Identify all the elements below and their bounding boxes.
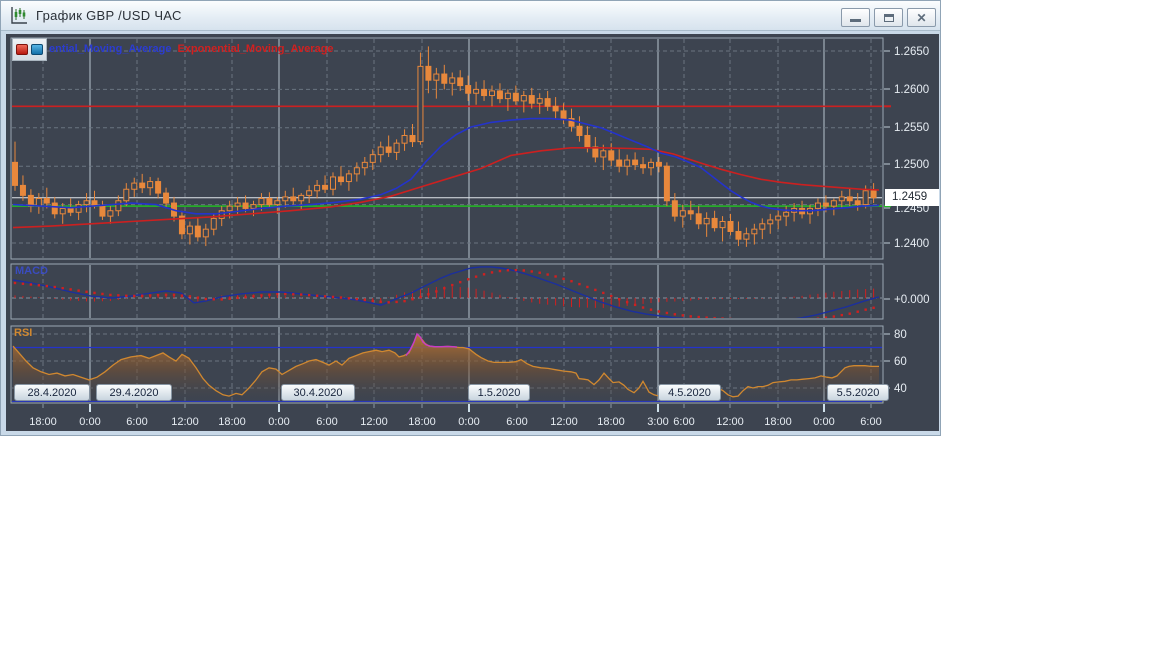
time-axis-label: 18:00 (764, 416, 792, 428)
window-titlebar[interactable]: График GBP /USD ЧАС ✕ (1, 1, 940, 31)
time-axis-label: 0:00 (813, 416, 834, 428)
time-axis-label: 6:00 (126, 416, 147, 428)
legend: ential_Moving_Average Exponential_Moving… (49, 43, 334, 55)
time-axis-label: 18:00 (408, 416, 436, 428)
chart-window: График GBP /USD ЧАС ✕ 1.2650 1.2600 1.2550… (0, 0, 941, 436)
current-price-box: 1.2459 (885, 189, 939, 206)
date-button[interactable]: 30.4.2020 (281, 384, 355, 401)
time-axis-label: 12:00 (550, 416, 578, 428)
price-axis-label: 1.2600 (894, 84, 929, 96)
chart-client-area: 1.2650 1.2600 1.2550 1.2500 1.2450 1.2400 +0.0… (6, 34, 939, 431)
maximize-button[interactable] (874, 8, 903, 27)
time-axis-label: 12:00 (360, 416, 388, 428)
price-axis-label: 1.2500 (894, 159, 929, 171)
price-axis-label: 1.2550 (894, 122, 929, 134)
chart-icon (11, 6, 27, 24)
price-chart[interactable]: 1.26501.26001.25501.25001.24501.2400+0.0… (6, 34, 939, 431)
window-controls: ✕ (841, 8, 936, 27)
close-button[interactable]: ✕ (907, 8, 936, 27)
time-axis-label: 18:00 (29, 416, 57, 428)
time-axis-label: 12:00 (716, 416, 744, 428)
time-axis-label: 6:00 (506, 416, 527, 428)
macd-panel-label: MACD (15, 265, 48, 277)
window-title: График GBP /USD ЧАС (36, 8, 182, 23)
legend-ema-blue: ential_Moving_Average (49, 43, 172, 55)
time-axis-label: 18:00 (218, 416, 246, 428)
rsi-panel-label: RSI (14, 327, 33, 339)
date-button[interactable]: 1.5.2020 (468, 384, 530, 401)
time-axis-label: 6:00 (316, 416, 337, 428)
time-axis-label: 6:00 (860, 416, 881, 428)
macd-layer (12, 266, 880, 318)
date-button[interactable]: 5.5.2020 (827, 384, 889, 401)
candles-layer (12, 46, 877, 247)
time-axis-label: 12:00 (171, 416, 199, 428)
time-axis-label: 18:00 (597, 416, 625, 428)
time-axis-label: 0:00 (79, 416, 100, 428)
time-axis-label: 0:00 (458, 416, 479, 428)
red-indicator-button[interactable] (16, 44, 28, 55)
maximize-icon (883, 13, 894, 22)
date-button[interactable]: 29.4.2020 (96, 384, 172, 401)
price-axis-label: 1.2400 (894, 238, 929, 250)
minimize-icon (850, 19, 861, 22)
desktop: График GBP /USD ЧАС ✕ 1.2650 1.2600 1.2550… (0, 0, 1152, 648)
moving-averages (12, 117, 880, 229)
indicator-buttons (12, 38, 47, 61)
close-icon: ✕ (916, 10, 927, 25)
time-axis-label: 3:00 (647, 416, 668, 428)
minimize-button[interactable] (841, 8, 870, 27)
rsi-axis-label: 60 (894, 356, 907, 368)
rsi-axis-label: 40 (894, 383, 907, 395)
macd-axis-label: +0.000 (894, 294, 930, 306)
date-button[interactable]: 4.5.2020 (658, 384, 721, 401)
date-button[interactable]: 28.4.2020 (14, 384, 90, 401)
time-axis-label: 0:00 (268, 416, 289, 428)
legend-ema-red: Exponential_Moving_Average (177, 43, 334, 55)
price-axis-label: 1.2650 (894, 46, 929, 58)
rsi-axis-label: 80 (894, 329, 907, 341)
blue-indicator-button[interactable] (31, 44, 43, 55)
time-axis-label: 6:00 (673, 416, 694, 428)
